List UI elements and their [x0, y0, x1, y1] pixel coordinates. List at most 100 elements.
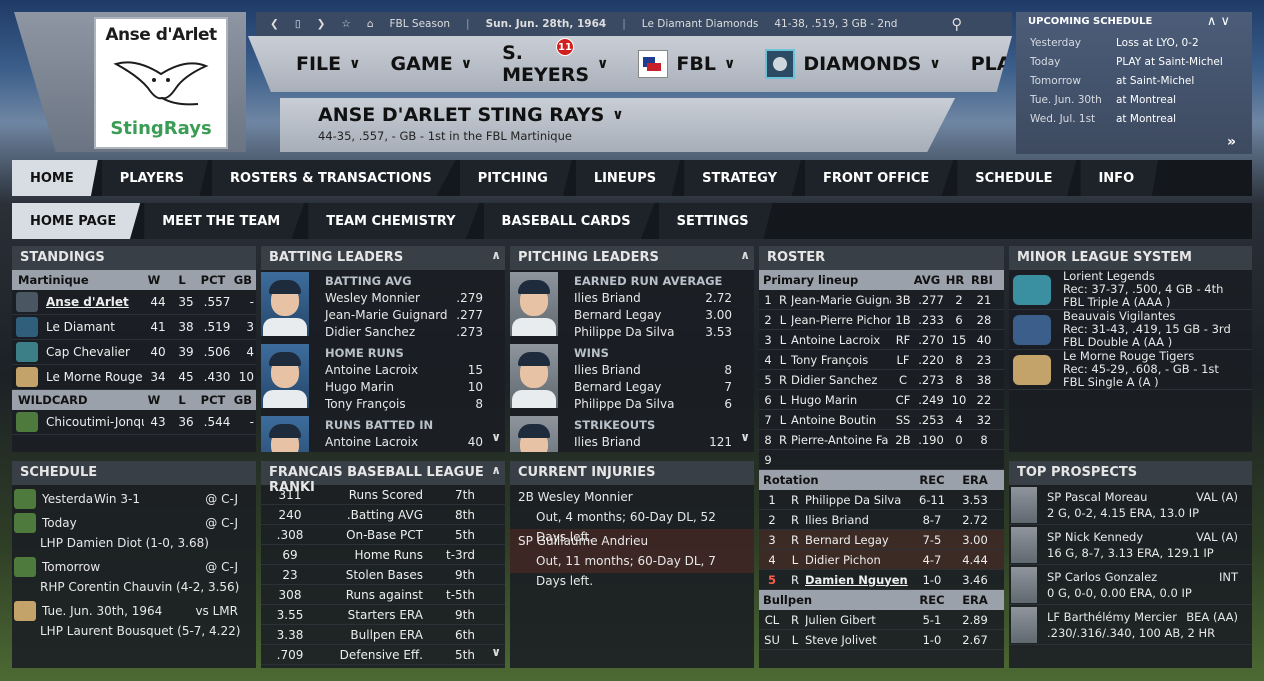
ranking-row[interactable]: 3.55 Starters ERA 9th: [261, 605, 505, 625]
lineup-row[interactable]: 2 L Jean-Pierre Pichon 1B .233 6 28: [759, 310, 1004, 330]
player-photo[interactable]: [510, 416, 558, 452]
scroll-up-icon[interactable]: ∧: [491, 463, 501, 477]
minor-affiliate[interactable]: Le Morne Rouge Tigers Rec: 45-29, .608, -…: [1009, 350, 1252, 390]
leader-row[interactable]: Jean-Marie Guignard .277: [325, 308, 483, 325]
player-photo[interactable]: [261, 344, 309, 408]
tab-settings[interactable]: SETTINGS: [658, 203, 773, 239]
notification-badge[interactable]: 11: [556, 38, 574, 56]
leader-row[interactable]: Philippe Da Silva 3.53: [574, 325, 732, 342]
team-name[interactable]: Le Diamant: [46, 320, 144, 334]
leader-row[interactable]: Didier Sanchez .273: [325, 325, 483, 342]
double-chevron-right-icon[interactable]: »: [1227, 134, 1236, 150]
team-name[interactable]: Le Morne Rouge: [46, 370, 144, 384]
rotation-row[interactable]: 4 L Didier Pichon 4-7 4.44: [759, 550, 1004, 570]
leader-row[interactable]: Philippe Da Silva 6: [574, 397, 732, 414]
up-down-arrows-icon[interactable]: ∧ ∨: [1207, 14, 1230, 29]
leader-row[interactable]: Wesley Monnier .279: [325, 291, 483, 308]
tab-home[interactable]: HOME: [12, 160, 98, 196]
standings-row[interactable]: Cap Chevalier 40 39 .506 4: [12, 340, 256, 365]
upcoming-row[interactable]: Yesterday Loss at LYO, 0-2: [1030, 37, 1199, 49]
tab-rosters[interactable]: ROSTERS & TRANSACTIONS: [212, 160, 456, 196]
player-photo[interactable]: [261, 272, 309, 336]
lineup-row[interactable]: 7 L Antoine Boutin SS .253 4 32: [759, 410, 1004, 430]
tab-home-page[interactable]: HOME PAGE: [12, 203, 141, 239]
leader-row[interactable]: Antoine Lacroix 40: [325, 435, 483, 452]
tab-meet-the-team[interactable]: MEET THE TEAM: [144, 203, 305, 239]
search-icon[interactable]: ⚲: [951, 15, 962, 33]
prospect-item[interactable]: SP Nick Kennedy VAL (A) 16 G, 8-7, 3.13 ER…: [1009, 525, 1252, 565]
leader-row[interactable]: Bernard Legay 7: [574, 380, 732, 397]
prospect-item[interactable]: LF Barthélémy Mercier BEA (AA) .230/.316/.…: [1009, 605, 1252, 645]
lineup-row[interactable]: 6 L Hugo Marin CF .249 10 22: [759, 390, 1004, 410]
schedule-item[interactable]: Today @ C-J LHP Damien Diot (1-0, 3.68): [12, 509, 256, 553]
standings-row[interactable]: Anse d'Arlet 44 35 .557 -: [12, 290, 256, 315]
tab-lineups[interactable]: LINEUPS: [575, 160, 681, 196]
tab-info[interactable]: INFO: [1080, 160, 1159, 196]
leader-row[interactable]: Ilies Briand 2.72: [574, 291, 732, 308]
team-name[interactable]: ANSE D'ARLET STING RAYS ∨: [318, 104, 955, 126]
team-name[interactable]: Anse d'Arlet: [46, 295, 144, 309]
scroll-down-icon[interactable]: ∨: [740, 430, 750, 444]
standings-row[interactable]: Le Diamant 41 38 .519 3: [12, 315, 256, 340]
home-icon[interactable]: ⌂: [367, 18, 374, 30]
ranking-row[interactable]: 23 Stolen Bases 9th: [261, 565, 505, 585]
team-name[interactable]: Cap Chevalier: [46, 345, 144, 359]
tab-schedule[interactable]: SCHEDULE: [957, 160, 1077, 196]
standings-row[interactable]: Chicoutimi-Jonqu 43 36 .544 -: [12, 410, 256, 435]
scroll-up-icon[interactable]: ∧: [491, 248, 501, 262]
minor-affiliate[interactable]: Beauvais Vigilantes Rec: 31-43, .419, 15 …: [1009, 310, 1252, 350]
forward-icon[interactable]: ❯: [317, 18, 326, 30]
menu-league[interactable]: FBL ∨: [638, 50, 735, 78]
rotation-row[interactable]: 2 R Ilies Briand 8-7 2.72: [759, 510, 1004, 530]
scroll-down-icon[interactable]: ∨: [491, 430, 501, 444]
upcoming-row[interactable]: Tue. Jun. 30th at Montreal: [1030, 94, 1176, 106]
scroll-up-icon[interactable]: ∧: [740, 248, 750, 262]
lineup-row[interactable]: 8 R Pierre-Antoine Fa 2B .190 0 8: [759, 430, 1004, 450]
player-photo[interactable]: [510, 272, 558, 336]
bullpen-row[interactable]: SU L Steve Jolivet 1-0 2.67: [759, 630, 1004, 650]
menu-team[interactable]: DIAMONDS ∨: [765, 49, 941, 79]
back-icon[interactable]: ❮: [270, 18, 279, 30]
bullpen-row[interactable]: CL R Julien Gibert 5-1 2.89: [759, 610, 1004, 630]
lineup-row[interactable]: 3 L Antoine Lacroix RF .270 15 40: [759, 330, 1004, 350]
player-photo[interactable]: [510, 344, 558, 408]
rotation-row[interactable]: 5 R Damien Nguyen 1-0 3.46: [759, 570, 1004, 590]
star-icon[interactable]: ☆: [341, 18, 350, 30]
upcoming-row[interactable]: Wed. Jul. 1st at Montreal: [1030, 113, 1176, 125]
ranking-row[interactable]: 69 Home Runs t-3rd: [261, 545, 505, 565]
menu-file[interactable]: FILE ∨: [296, 53, 361, 75]
standings-row[interactable]: Le Morne Rouge 34 45 .430 10: [12, 365, 256, 390]
ranking-row[interactable]: 311 Runs Scored 7th: [261, 485, 505, 505]
leader-row[interactable]: Hugo Marin 10: [325, 380, 483, 397]
upcoming-row[interactable]: Today PLAY at Saint-Michel: [1030, 56, 1223, 68]
leader-row[interactable]: Ilies Briand 121: [574, 435, 732, 452]
minor-affiliate[interactable]: Lorient Legends Rec: 37-37, .500, 4 GB - …: [1009, 270, 1252, 310]
team-name[interactable]: Chicoutimi-Jonqu: [46, 415, 144, 429]
leader-row[interactable]: Antoine Lacroix 15: [325, 363, 483, 380]
leader-row[interactable]: Tony François 8: [325, 397, 483, 414]
menu-game[interactable]: GAME ∨: [391, 53, 473, 75]
tab-strategy[interactable]: STRATEGY: [684, 160, 801, 196]
tab-pitching[interactable]: PITCHING: [459, 160, 572, 196]
leader-row[interactable]: Bernard Legay 3.00: [574, 308, 732, 325]
rotation-row[interactable]: 1 R Philippe Da Silva 6-11 3.53: [759, 490, 1004, 510]
ranking-row[interactable]: .709 Defensive Eff. 5th: [261, 645, 505, 665]
rotation-row[interactable]: 3 R Bernard Legay 7-5 3.00: [759, 530, 1004, 550]
team-logo[interactable]: Anse d'Arlet StingRays: [94, 17, 228, 149]
lineup-row[interactable]: 9: [759, 450, 1004, 470]
ranking-row[interactable]: .308 On-Base PCT 5th: [261, 525, 505, 545]
ranking-row[interactable]: 240 .Batting AVG 8th: [261, 505, 505, 525]
ranking-row[interactable]: 3.38 Bullpen ERA 6th: [261, 625, 505, 645]
player-photo[interactable]: [261, 416, 309, 452]
ranking-row[interactable]: 308 Runs against t-5th: [261, 585, 505, 605]
schedule-item[interactable]: Tomorrow @ C-J RHP Corentin Chauvin (4-2, …: [12, 553, 256, 597]
prospect-item[interactable]: SP Pascal Moreau VAL (A) 2 G, 0-2, 4.15 ER…: [1009, 485, 1252, 525]
schedule-item[interactable]: Tue. Jun. 30th, 1964 vs LMR LHP Laurent Bo…: [12, 597, 256, 641]
injury-item[interactable]: 2B Wesley Monnier Out, 4 months; 60-Day D…: [510, 485, 754, 544]
injury-item[interactable]: SP Guillaume Andrieu Out, 11 months; 60-D…: [510, 529, 754, 588]
prospect-item[interactable]: SP Carlos Gonzalez INT 0 G, 0-0, 0.00 ERA,…: [1009, 565, 1252, 605]
tab-team-chemistry[interactable]: TEAM CHEMISTRY: [308, 203, 480, 239]
tab-front-office[interactable]: FRONT OFFICE: [804, 160, 954, 196]
schedule-item[interactable]: YesterdayWin 3-1 @ C-J: [12, 485, 256, 509]
page-icon[interactable]: ▯: [295, 18, 301, 30]
